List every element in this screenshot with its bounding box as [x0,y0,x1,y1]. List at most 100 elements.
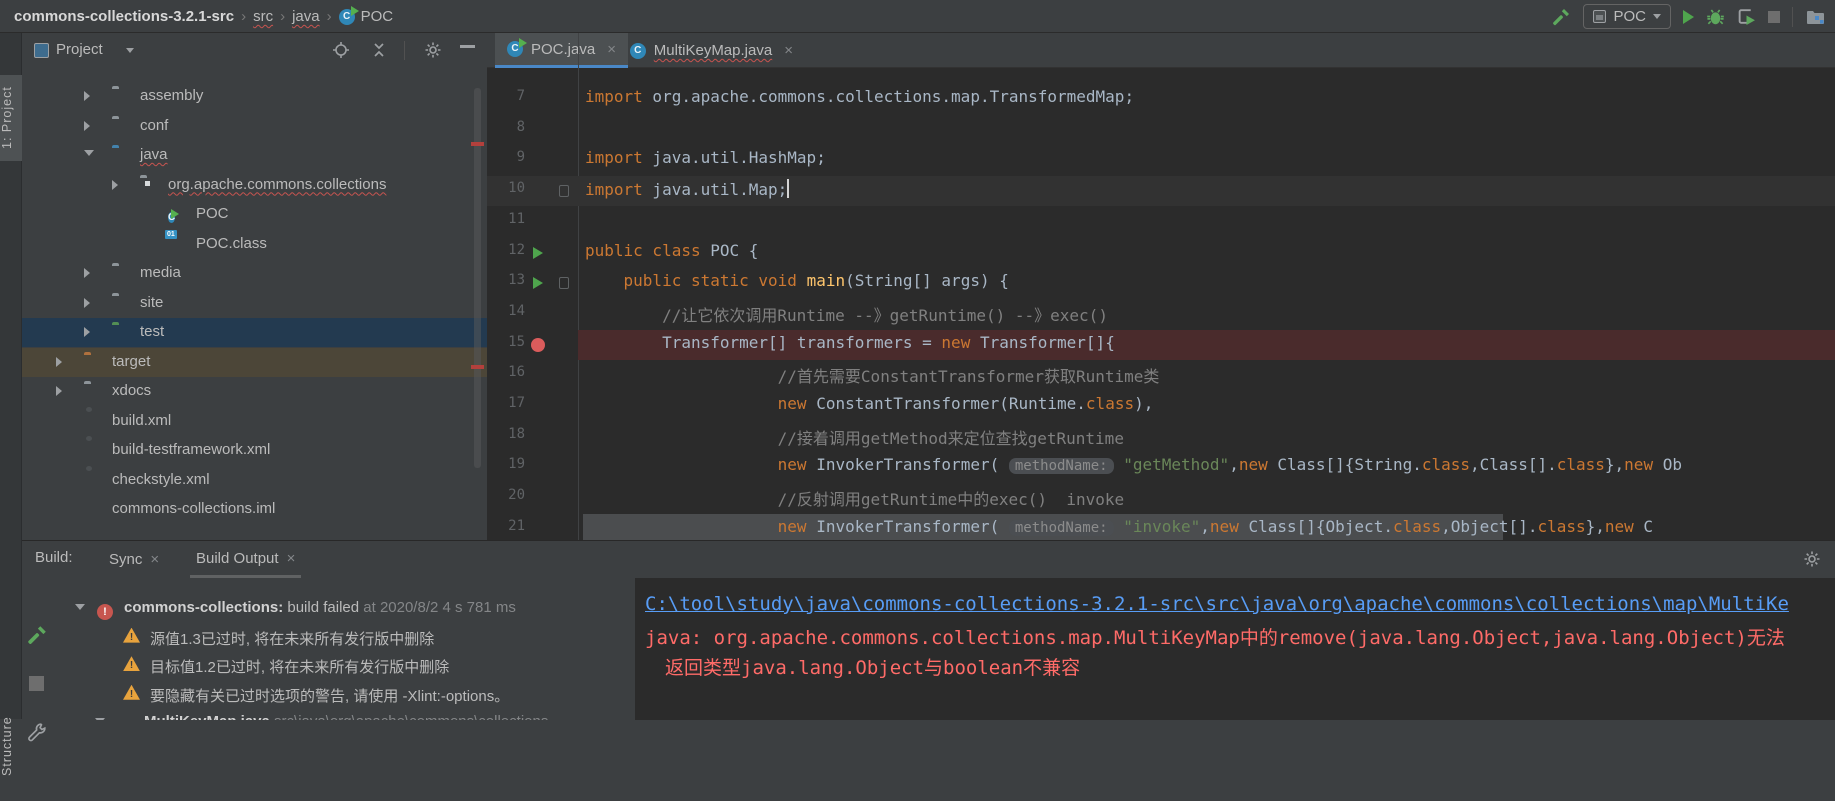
project-structure-icon[interactable] [1805,7,1825,27]
build-tree-row[interactable]: ! commons-collections: build failed at 20… [55,596,635,622]
code-line-9[interactable]: 9 import java.util.HashMap; [487,145,1835,175]
tree-item-build-xml[interactable]: build.xml [22,407,487,436]
fold-marker-icon[interactable] [559,277,569,289]
close-icon[interactable]: × [607,41,616,58]
stop-build-icon[interactable] [29,676,44,691]
error-stripe-mark [471,142,484,146]
build-tree-text: commons-collections: build failed at 202… [124,599,516,616]
stop-button[interactable] [1768,11,1780,23]
class-run-icon: C [168,212,175,223]
build-tree-row[interactable]: !要隐藏有关已过时选项的警告, 请使用 -Xlint:-options。 [55,682,635,708]
tree-item-build-testframework-xml[interactable]: build-testframework.xml [22,436,487,465]
editor-tab-multikeymap-java[interactable]: CMultiKeyMap.java× [618,33,805,68]
code-line-17[interactable]: 17 new ConstantTransformer(Runtime.class… [487,391,1835,421]
tree-item-test[interactable]: test [22,318,487,347]
rerun-build-hammer-icon[interactable] [26,624,48,646]
breadcrumb-item[interactable]: commons-collections-3.2.1-src [14,8,234,25]
code-text: import java.util.HashMap; [585,148,826,167]
build-tool-window: Build: Sync×Build Output× !commons-colle… [0,540,1835,719]
build-hammer-icon[interactable] [1551,7,1571,27]
tree-item-label: target [112,353,150,370]
line-number: 15 [487,334,525,350]
breakpoint-icon[interactable] [531,338,545,352]
code-line-20[interactable]: 20 //反射调用getRuntime中的exec() invoke [487,483,1835,513]
code-line-18[interactable]: 18 //接着调用getMethod来定位查找getRuntime [487,422,1835,452]
build-settings-gear-icon[interactable] [1803,550,1821,568]
tree-item-site[interactable]: site [22,289,487,318]
chevron-right-icon[interactable] [84,327,90,337]
run-with-coverage-icon[interactable] [1737,7,1756,26]
gear-icon[interactable] [424,41,442,59]
code-line-14[interactable]: 14 //让它依次调用Runtime --》getRuntime() --》ex… [487,299,1835,329]
run-config-select[interactable]: POC [1583,4,1671,29]
tree-item-java[interactable]: java [22,141,487,170]
code-line-19[interactable]: 19 new InvokerTransformer( methodName: "… [487,452,1835,482]
code-line-21[interactable]: 21 new InvokerTransformer( methodName: "… [487,514,1835,540]
build-tree-text: 源值1.3已过时, 将在未来所有发行版中删除 [150,628,434,649]
tree-item-label: POC [196,205,229,222]
code-line-15[interactable]: 15 Transformer[] transformers = new Tran… [487,330,1835,360]
tree-item-media[interactable]: media [22,259,487,288]
breadcrumb-item[interactable]: CPOC [339,8,394,25]
tree-item-checkstyle-xml[interactable]: checkstyle.xml [22,466,487,495]
build-tree-row[interactable]: !目标值1.2已过时, 将在未来所有发行版中删除 [55,653,635,679]
stripe-tab-structure[interactable]: Structure [0,691,22,801]
project-title[interactable]: Project [56,41,103,58]
line-number: 8 [487,119,525,135]
line-number: 12 [487,242,525,258]
code-line-11[interactable]: 11 [487,207,1835,237]
breadcrumb: commons-collections-3.2.1-src›src›java›C… [14,0,393,33]
breadcrumb-item[interactable]: java [292,8,320,25]
run-button[interactable] [1683,10,1694,24]
editor-tab-poc-java[interactable]: CPOC.java× [495,33,628,68]
code-text: public static void main(String[] args) { [585,271,1009,290]
collapse-all-icon[interactable] [370,41,388,59]
class-run-icon: C [168,207,175,226]
chevron-down-icon[interactable] [84,150,94,156]
tree-item-label: commons-collections.iml [112,500,275,517]
tree-item-xdocs[interactable]: xdocs [22,377,487,406]
chevron-down-icon[interactable] [75,604,85,610]
hide-panel-icon[interactable] [460,45,475,48]
chevron-right-icon[interactable] [84,91,90,101]
chevron-right-icon[interactable] [56,357,62,367]
code-line-13[interactable]: 13 public static void main(String[] args… [487,268,1835,298]
fold-marker-icon[interactable] [559,185,569,197]
locate-file-icon[interactable] [332,41,350,59]
tree-item-commons-collections-iml[interactable]: commons-collections.iml [22,495,487,524]
tree-item-assembly[interactable]: assembly [22,82,487,111]
stripe-tab-project[interactable]: 1: Project [0,75,22,161]
chevron-right-icon[interactable] [56,386,62,396]
close-icon[interactable]: × [784,42,793,59]
build-tree-row[interactable]: !源值1.3已过时, 将在未来所有发行版中删除 [55,625,635,651]
line-number: 9 [487,149,525,165]
wrench-icon[interactable] [27,722,47,742]
chevron-right-icon[interactable] [84,268,90,278]
chevron-right-icon[interactable] [84,121,90,131]
code-text: import java.util.Map; [585,179,789,199]
code-line-7[interactable]: 7import org.apache.commons.collections.m… [487,84,1835,114]
chevron-right-icon[interactable] [84,298,90,308]
build-tree-text: 目标值1.2已过时, 将在未来所有发行版中删除 [150,656,449,677]
tree-item-target[interactable]: target [22,348,487,377]
run-line-icon[interactable] [533,277,543,289]
chevron-down-icon[interactable] [126,48,134,53]
code-line-10[interactable]: 10import java.util.Map; [487,176,1835,206]
run-line-icon[interactable] [533,247,543,259]
code-line-12[interactable]: 12public class POC { [487,238,1835,268]
tree-item-org-apache-commons-collections[interactable]: org.apache.commons.collections [22,171,487,200]
code-line-8[interactable]: 8 [487,115,1835,145]
breadcrumb-item[interactable]: src [253,8,273,25]
chevron-right-icon[interactable] [112,180,118,190]
tree-item-poc-class[interactable]: 01POC.class [22,230,487,259]
tree-item-conf[interactable]: conf [22,112,487,141]
debug-bug-icon[interactable] [1706,7,1725,26]
code-text: //反射调用getRuntime中的exec() invoke [585,486,1124,510]
code-line-16[interactable]: 16 //首先需要ConstantTransformer获取Runtime类 [487,360,1835,390]
tree-item-poc[interactable]: C POC [22,200,487,229]
line-number: 13 [487,272,525,288]
error-icon: ! [97,599,113,620]
console-file-link[interactable]: C:\tool\study\java\commons-collections-3… [645,593,1789,615]
editor-tabbar: CPOC.java×CMultiKeyMap.java× [487,33,1835,68]
editor[interactable]: CPOC.java×CMultiKeyMap.java× 7import org… [487,33,1835,540]
